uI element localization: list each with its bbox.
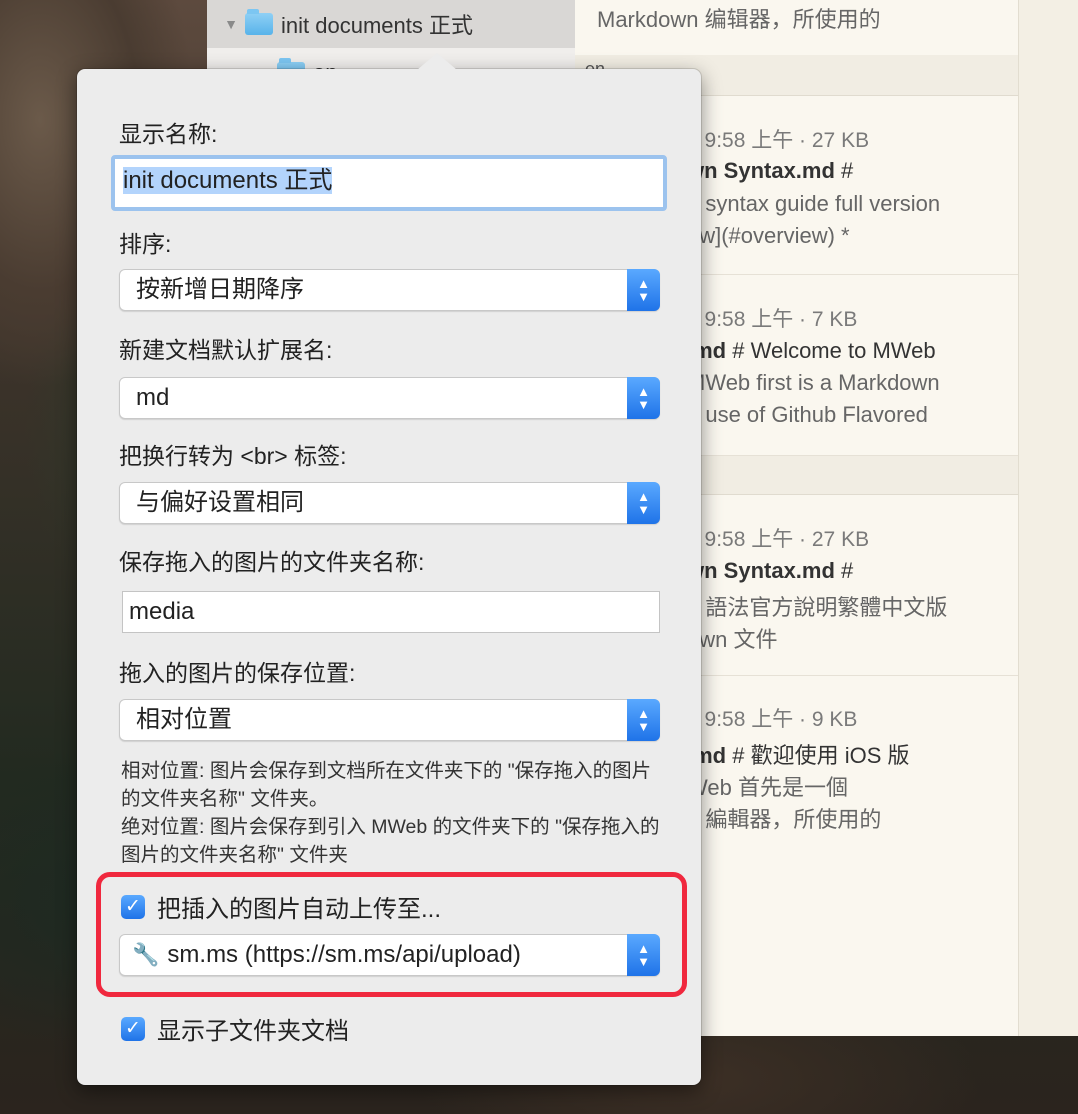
image-location-help: 相对位置: 图片会保存到文档所在文件夹下的 "保存拖入的图片的文件夹名称" 文件… xyxy=(121,757,661,869)
extension-select[interactable]: md ▲ ▼ xyxy=(119,377,660,419)
doc-preview-line: n 編輯器，所使用的 xyxy=(687,807,882,832)
extension-label: 新建文档默认扩展名: xyxy=(119,337,333,363)
doc-preview-line: Web 首先是一個 xyxy=(687,775,848,800)
show-subfolder-checkbox[interactable]: ✓ 显示子文件夹文档 xyxy=(121,1011,349,1046)
display-name-value: init documents 正式 xyxy=(123,167,333,194)
sort-value: 按新增日期降序 xyxy=(136,276,304,303)
sidebar-item-label: init documents 正式 xyxy=(281,13,473,38)
window-edge xyxy=(1018,0,1078,1036)
doc-meta: 3 9:58 上午 · 7 KB xyxy=(687,308,858,331)
extension-value: md xyxy=(136,384,170,411)
image-folder-field[interactable]: media xyxy=(122,591,660,633)
doc-meta: 3 9:58 上午 · 27 KB xyxy=(687,528,870,551)
help-text: 相对位置: 图片会保存到文档所在文件夹下的 "保存拖入的图片的文件夹名称" 文件… xyxy=(121,760,652,810)
folder-sidebar: ▼ init documents 正式 ▶ en xyxy=(207,0,575,85)
sidebar-item-init-documents[interactable]: ▼ init documents 正式 xyxy=(207,0,575,48)
popover-arrow xyxy=(417,53,457,70)
stepper-icon: ▲ ▼ xyxy=(627,377,660,419)
image-location-value: 相对位置 xyxy=(136,706,232,733)
doc-preview-line: MWeb first is a Markdown xyxy=(687,370,940,395)
stepper-icon: ▲ ▼ xyxy=(627,699,660,741)
disclosure-triangle-icon[interactable]: ▼ xyxy=(221,16,241,32)
doc-title: wn Syntax.md # xyxy=(687,158,854,183)
sort-select[interactable]: 按新增日期降序 ▲ ▼ xyxy=(119,269,660,311)
doc-title: wn Syntax.md # xyxy=(687,558,854,583)
highlight-annotation-box xyxy=(96,872,687,997)
display-name-label: 显示名称: xyxy=(119,121,218,147)
doc-title: .md # Welcome to MWeb xyxy=(687,338,936,363)
help-text: 绝对位置: 图片会保存到引入 MWeb 的文件夹下的 "保存拖入的图片的文件夹名… xyxy=(121,816,660,866)
doc-title: .md # 歡迎使用 iOS 版 xyxy=(687,743,910,768)
br-label: 把换行转为 <br> 标签: xyxy=(119,443,347,469)
doc-meta: 3 9:58 上午 · 9 KB xyxy=(687,708,858,731)
doc-meta: 3 9:58 上午 · 27 KB xyxy=(687,129,870,152)
folder-icon xyxy=(245,9,273,35)
stepper-icon: ▲ ▼ xyxy=(627,482,660,524)
doc-preview-line: Markdown 编辑器，所使用的 xyxy=(597,7,881,32)
doc-preview-line: e use of Github Flavored xyxy=(687,402,928,427)
sort-label: 排序: xyxy=(119,231,172,257)
checkbox-checked-icon[interactable]: ✓ xyxy=(121,1016,145,1041)
br-select[interactable]: 与偏好设置相同 ▲ ▼ xyxy=(119,482,660,524)
image-folder-label: 保存拖入的图片的文件夹名称: xyxy=(119,549,425,575)
doc-preview-line: n 語法官方說明繁體中文版 xyxy=(687,595,948,620)
display-name-field[interactable]: init documents 正式 xyxy=(111,155,667,211)
doc-preview-line: ew](#overview) * xyxy=(687,223,850,248)
show-subfolder-label: 显示子文件夹文档 xyxy=(157,1018,349,1045)
doc-preview-line: n syntax guide full version xyxy=(687,191,941,216)
stepper-icon: ▲ ▼ xyxy=(627,269,660,311)
br-value: 与偏好设置相同 xyxy=(136,489,304,516)
image-location-select[interactable]: 相对位置 ▲ ▼ xyxy=(119,699,660,741)
image-folder-value: media xyxy=(129,598,195,625)
image-location-label: 拖入的图片的保存位置: xyxy=(119,660,356,686)
